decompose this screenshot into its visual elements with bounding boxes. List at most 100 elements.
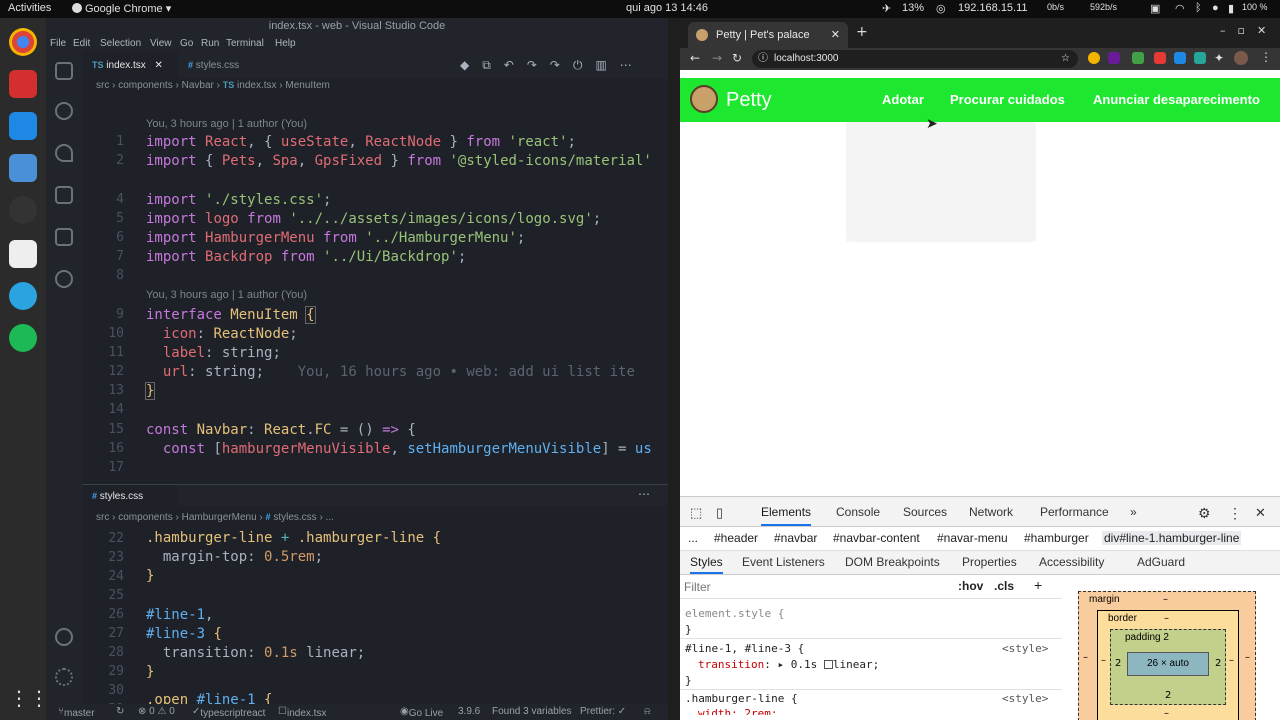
inkscape-dock-icon[interactable] xyxy=(9,196,37,224)
menu-help[interactable]: Help xyxy=(275,38,296,49)
more-actions-icon[interactable]: ⋯ xyxy=(638,487,650,501)
extension-icon[interactable] xyxy=(1194,52,1206,64)
tab-elements[interactable]: Elements xyxy=(761,505,812,526)
chrome-app-menu[interactable]: Google Chrome ▾ xyxy=(72,2,171,15)
extension-icon[interactable] xyxy=(1108,52,1120,64)
border-box: border – – – – padding 2 2 2 2 26 × auto xyxy=(1097,610,1239,720)
spotify-dock-icon[interactable] xyxy=(9,324,37,352)
element-style-rule[interactable]: element.style { xyxy=(685,607,784,620)
browser-tab[interactable]: Petty | Pet's palace ✕ xyxy=(688,22,848,48)
menu-go[interactable]: Go xyxy=(180,38,193,49)
subtab-dom-breakpoints[interactable]: DOM Breakpoints xyxy=(845,555,940,569)
document-dock-icon[interactable] xyxy=(9,240,37,268)
rule-selector-line[interactable]: #line-1, #line-3 { xyxy=(685,642,804,655)
tab-sources[interactable]: Sources xyxy=(903,505,947,519)
nav-link-anunciar[interactable]: Anunciar desaparecimento xyxy=(1093,92,1260,107)
close-tab-icon[interactable]: ✕ xyxy=(831,22,840,48)
remote-icon[interactable] xyxy=(55,270,73,288)
run-debug-icon[interactable] xyxy=(55,186,73,204)
transition-declaration[interactable]: transition: ▸ 0.1s linear; xyxy=(698,658,879,671)
clock[interactable]: qui ago 13 14:46 xyxy=(626,2,708,14)
extensions-icon[interactable] xyxy=(55,228,73,246)
explorer-icon[interactable] xyxy=(55,62,73,80)
inspect-element-icon[interactable]: ⬚ xyxy=(690,505,702,521)
add-rule-icon[interactable]: + xyxy=(1034,577,1042,593)
vscode-dock-icon[interactable] xyxy=(9,112,37,140)
nav-link-procurar[interactable]: Procurar cuidados xyxy=(950,92,1065,107)
close-devtools-icon[interactable]: ✕ xyxy=(1255,505,1266,521)
rule-source[interactable]: <style> xyxy=(1002,692,1048,705)
subtab-adguard[interactable]: AdGuard xyxy=(1137,555,1185,569)
search-icon[interactable] xyxy=(55,102,73,120)
subtab-properties[interactable]: Properties xyxy=(962,555,1017,569)
menu-run[interactable]: Run xyxy=(201,38,219,49)
source-control-icon[interactable] xyxy=(55,144,73,162)
tab-performance[interactable]: Performance xyxy=(1040,505,1109,519)
extension-icon[interactable] xyxy=(1154,52,1166,64)
dog-logo-icon[interactable] xyxy=(690,85,718,113)
profile-avatar[interactable] xyxy=(1234,51,1248,65)
chrome-dock-icon[interactable] xyxy=(9,28,37,56)
address-bar[interactable]: ⓘ localhost:3000 ☆ xyxy=(752,50,1078,68)
activities-button[interactable]: Activities xyxy=(8,2,51,14)
nav-link-adotar[interactable]: Adotar xyxy=(882,92,924,107)
rule-selector-line[interactable]: .hamburger-line { xyxy=(685,692,798,705)
ts-version[interactable]: 3.9.6 xyxy=(458,706,480,717)
kebab-menu-icon[interactable]: ⋮ xyxy=(1228,505,1242,522)
bell-icon[interactable]: ⍾ xyxy=(644,706,651,717)
extensions-puzzle-icon[interactable]: ✦ xyxy=(1214,51,1224,65)
editor-actions[interactable]: ◆⧉↶↷↷⏻▥⋯ xyxy=(460,58,645,73)
codelens-authors-2[interactable]: You, 3 hours ago | 1 author (You) xyxy=(146,289,307,301)
bookmark-star-icon[interactable]: ☆ xyxy=(1061,50,1070,68)
back-icon[interactable]: ← xyxy=(690,51,700,65)
prettier-status[interactable]: Prettier: ✓ xyxy=(580,706,626,717)
ip-address: 192.168.15.11 xyxy=(958,2,1028,14)
menu-terminal[interactable]: Terminal xyxy=(226,38,264,49)
git-branch[interactable]: ⑂ master xyxy=(58,706,95,719)
adguard-icon[interactable] xyxy=(1132,52,1144,64)
menu-edit[interactable]: Edit xyxy=(73,38,90,49)
telegram-dock-icon[interactable] xyxy=(9,282,37,310)
live-share[interactable]: ✓ typescriptreact xyxy=(192,706,265,719)
close-tab-icon[interactable]: ✕ xyxy=(155,60,163,71)
box-model: margin – – – border – – – – padding 2 2 … xyxy=(1066,575,1280,720)
menu-view[interactable]: View xyxy=(150,38,172,49)
width-declaration[interactable]: width: 2rem; xyxy=(698,707,777,715)
tab-styles-css[interactable]: # styles.css xyxy=(178,52,270,78)
settings-gear-icon[interactable]: ⚙ xyxy=(1198,505,1211,522)
tab-styles-css-split[interactable]: # styles.css xyxy=(82,485,178,507)
active-file[interactable]: ☐ index.tsx xyxy=(278,706,326,719)
hov-toggle[interactable]: :hov xyxy=(958,579,983,593)
new-tab-button[interactable]: + xyxy=(856,24,868,40)
found-variables[interactable]: Found 3 variables xyxy=(492,706,572,717)
menu-selection[interactable]: Selection xyxy=(100,38,141,49)
forward-icon[interactable]: → xyxy=(712,51,722,65)
sync-icon[interactable]: ↻ xyxy=(116,706,124,717)
subtab-styles[interactable]: Styles xyxy=(690,555,723,574)
cls-toggle[interactable]: .cls xyxy=(994,579,1014,593)
account-icon[interactable] xyxy=(55,628,73,646)
subtab-event-listeners[interactable]: Event Listeners xyxy=(742,555,825,569)
device-toolbar-icon[interactable]: ▯ xyxy=(716,505,723,521)
extension-icon[interactable] xyxy=(1088,52,1100,64)
go-live-button[interactable]: ◉ Go Live xyxy=(400,706,443,719)
tab-network[interactable]: Network xyxy=(969,505,1013,519)
window-controls[interactable]: –▫✕ xyxy=(1220,24,1278,37)
rule-source[interactable]: <style> xyxy=(1002,642,1048,655)
brand-name[interactable]: Petty xyxy=(726,89,772,112)
tab-console[interactable]: Console xyxy=(836,505,880,519)
menu-file[interactable]: File xyxy=(50,38,66,49)
app-red-icon[interactable] xyxy=(9,70,37,98)
chrome-menu-icon[interactable]: ⋮ xyxy=(1260,50,1272,64)
files-dock-icon[interactable] xyxy=(9,154,37,182)
tab-index-tsx[interactable]: TS index.tsx ✕ xyxy=(82,52,178,78)
extension-icon[interactable] xyxy=(1174,52,1186,64)
more-tabs-icon[interactable]: » xyxy=(1130,505,1137,519)
codelens-authors[interactable]: You, 3 hours ago | 1 author (You) xyxy=(146,118,307,130)
settings-gear-icon[interactable] xyxy=(55,668,73,686)
show-apps-icon[interactable]: ⋮⋮⋮ xyxy=(9,684,69,712)
subtab-accessibility[interactable]: Accessibility xyxy=(1039,555,1104,569)
reload-icon[interactable]: ↻ xyxy=(732,51,742,65)
problems-count[interactable]: ⊗ 0 ⚠ 0 xyxy=(138,706,175,717)
styles-filter-input[interactable] xyxy=(684,578,946,596)
